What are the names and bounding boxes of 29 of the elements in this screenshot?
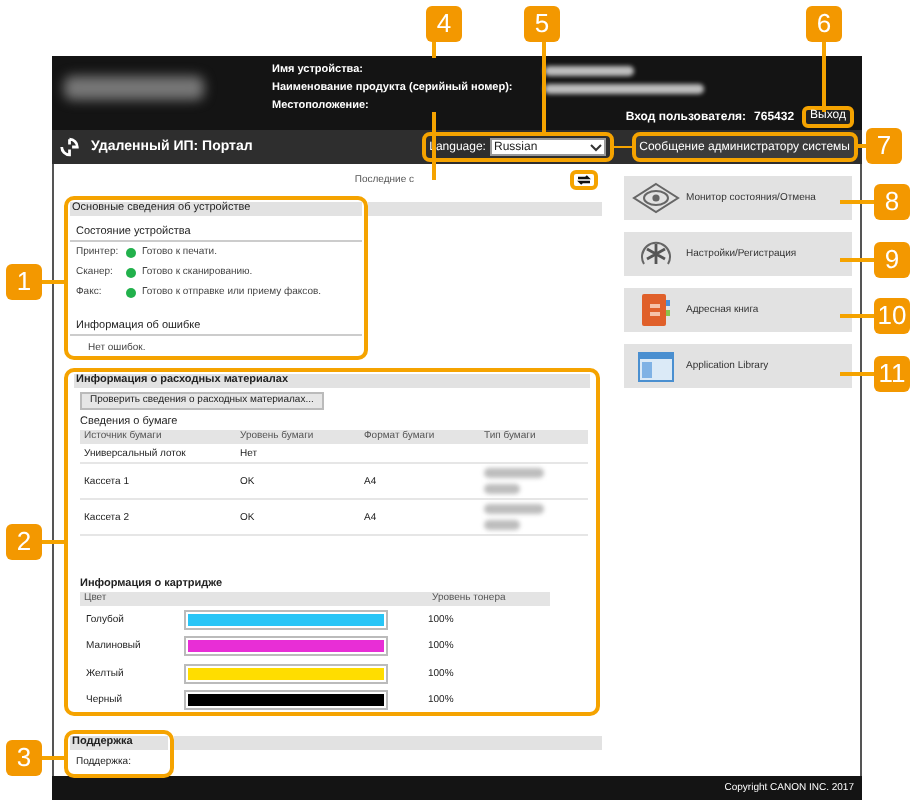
callout-number: 8 — [874, 184, 910, 220]
refresh-button[interactable] — [570, 170, 598, 190]
callout-number: 3 — [6, 740, 42, 776]
blurred-logo — [64, 76, 204, 100]
leader-line — [840, 258, 874, 262]
callout-number: 10 — [874, 298, 910, 334]
callout-number: 5 — [524, 6, 560, 42]
refresh-icon — [576, 174, 592, 186]
leader-line — [840, 200, 874, 204]
callout-number: 4 — [426, 6, 462, 42]
callout-number: 2 — [6, 524, 42, 560]
callout-number: 7 — [866, 128, 902, 164]
leader-line — [840, 372, 874, 376]
callout-number: 9 — [874, 242, 910, 278]
callout-number: 1 — [6, 264, 42, 300]
blurred-value — [544, 66, 634, 76]
chevron-down-icon — [589, 143, 602, 151]
window-icon — [638, 351, 674, 381]
blurred-value — [484, 504, 544, 514]
callout-number: 6 — [806, 6, 842, 42]
blurred-value — [484, 468, 544, 478]
logo-icon — [60, 136, 80, 158]
blurred-value — [484, 520, 520, 530]
leader-line — [822, 40, 826, 112]
leader-line — [840, 314, 874, 318]
blurred-value — [484, 484, 520, 494]
callout-number: 11 — [874, 356, 910, 392]
eye-icon — [632, 182, 680, 214]
address-book-icon — [642, 294, 670, 326]
